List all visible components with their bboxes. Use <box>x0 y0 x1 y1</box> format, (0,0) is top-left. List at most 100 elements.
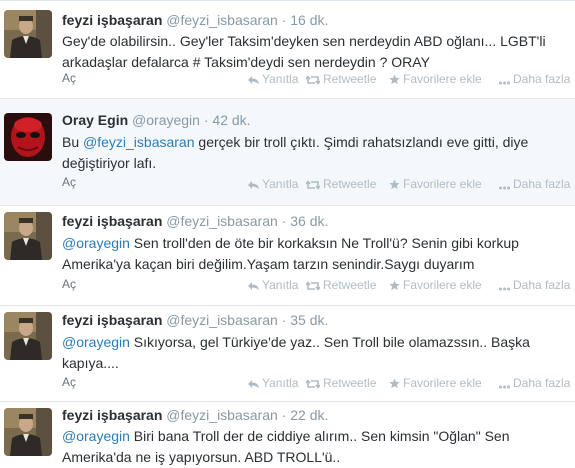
portrait-avatar[interactable] <box>4 408 52 456</box>
tweet[interactable]: feyzi işbaşaran @feyzi_isbasaran · 35 dk… <box>0 306 575 401</box>
retweet-button-label: Retweetle <box>323 278 377 292</box>
separator-dot: · <box>281 407 287 423</box>
tweet-header: feyzi işbaşaran @feyzi_isbasaran · 16 dk… <box>62 12 328 28</box>
separator-dot: · <box>281 213 287 229</box>
author-name[interactable]: Oray Egin <box>62 112 128 128</box>
mention-link[interactable]: @feyzi_isbasaran <box>83 134 195 150</box>
reply-icon <box>248 376 262 390</box>
retweet-button[interactable]: Retweetle <box>305 177 377 191</box>
reply-button-label: Yanıtla <box>262 177 299 191</box>
tweet-text: @orayegin Sen troll'den de öte bir korka… <box>62 233 557 275</box>
reply-button-label: Yanıtla <box>262 376 299 390</box>
favorite-button[interactable]: Favorilere ekle <box>389 177 482 191</box>
tweet-time[interactable]: 35 dk. <box>290 312 328 328</box>
expand-link[interactable]: Aç <box>62 277 76 291</box>
retweet-icon <box>305 177 323 191</box>
author-handle[interactable]: @feyzi_isbasaran <box>166 12 278 28</box>
portrait-avatar[interactable] <box>4 312 52 360</box>
more-button[interactable]: Daha fazla <box>499 72 570 86</box>
more-button-label: Daha fazla <box>513 376 571 390</box>
tweet-time[interactable]: 36 dk. <box>290 213 328 229</box>
tweet[interactable]: feyzi işbaşaran @feyzi_isbasaran · 36 dk… <box>0 206 575 305</box>
favorite-button-label: Favorilere ekle <box>403 376 482 390</box>
separator-dot: · <box>281 12 287 28</box>
more-icon <box>499 376 513 390</box>
more-icon <box>499 72 513 86</box>
tweet-text: @orayegin Biri bana Troll der de ciddiye… <box>62 426 557 468</box>
more-button[interactable]: Daha fazla <box>499 177 570 191</box>
mention-link[interactable]: @orayegin <box>62 334 130 350</box>
star-icon <box>389 72 403 86</box>
favorite-button-label: Favorilere ekle <box>403 177 482 191</box>
tweet[interactable]: feyzi işbaşaran @feyzi_isbasaran · 22 dk… <box>0 402 575 465</box>
reply-icon <box>248 278 262 292</box>
more-icon <box>499 278 513 292</box>
author-handle[interactable]: @feyzi_isbasaran <box>166 407 278 423</box>
tweet-header: Oray Egin @orayegin · 42 dk. <box>62 112 251 128</box>
more-icon <box>499 177 513 191</box>
reply-button[interactable]: Yanıtla <box>248 72 298 86</box>
favorite-button[interactable]: Favorilere ekle <box>389 278 482 292</box>
reply-icon <box>248 177 262 191</box>
retweet-button[interactable]: Retweetle <box>305 376 377 390</box>
tweet-text-segment: Biri bana Troll der de ciddiye alırım.. … <box>62 428 510 465</box>
tweet-time[interactable]: 22 dk. <box>290 407 328 423</box>
author-name[interactable]: feyzi işbaşaran <box>62 213 162 229</box>
favorite-button[interactable]: Favorilere ekle <box>389 72 482 86</box>
author-name[interactable]: feyzi işbaşaran <box>62 312 162 328</box>
author-name[interactable]: feyzi işbaşaran <box>62 407 162 423</box>
star-icon <box>389 376 403 390</box>
tweet-text: Gey'de olabilirsin.. Gey'ler Taksim'deyk… <box>62 31 557 73</box>
masked-avatar[interactable] <box>4 113 52 161</box>
tweet-text-segment: Sen troll'den de öte bir korkaksın Ne Tr… <box>62 235 519 272</box>
tweet[interactable]: feyzi işbaşaran @feyzi_isbasaran · 16 dk… <box>0 0 575 98</box>
reply-button[interactable]: Yanıtla <box>248 177 298 191</box>
retweet-button[interactable]: Retweetle <box>305 278 377 292</box>
more-button-label: Daha fazla <box>513 72 571 86</box>
tweet-time[interactable]: 42 dk. <box>212 112 250 128</box>
star-icon <box>389 177 403 191</box>
tweet-header: feyzi işbaşaran @feyzi_isbasaran · 22 dk… <box>62 407 328 423</box>
more-button[interactable]: Daha fazla <box>499 278 570 292</box>
mention-link[interactable]: @orayegin <box>62 235 130 251</box>
expand-link[interactable]: Aç <box>62 375 76 389</box>
tweet-text-segment: Bu <box>62 134 84 150</box>
favorite-button-label: Favorilere ekle <box>403 72 482 86</box>
author-handle[interactable]: @feyzi_isbasaran <box>166 213 278 229</box>
reply-icon <box>248 72 262 86</box>
retweet-icon <box>305 376 323 390</box>
tweet[interactable]: Oray Egin @orayegin · 42 dk. Bu @feyzi_i… <box>0 99 575 205</box>
tweet-text-segment: Gey'de olabilirsin.. Gey'ler Taksim'deyk… <box>62 33 546 70</box>
reply-button[interactable]: Yanıtla <box>248 376 298 390</box>
author-handle[interactable]: @feyzi_isbasaran <box>166 312 278 328</box>
retweet-button-label: Retweetle <box>323 72 377 86</box>
tweet-header: feyzi işbaşaran @feyzi_isbasaran · 35 dk… <box>62 312 328 328</box>
retweet-button-label: Retweetle <box>323 376 377 390</box>
tweet-time[interactable]: 16 dk. <box>290 12 328 28</box>
retweet-icon <box>305 72 323 86</box>
tweet-text-segment: Sıkıyorsa, gel Türkiye'de yaz.. Sen Trol… <box>62 334 530 371</box>
retweet-button-label: Retweetle <box>323 177 377 191</box>
separator-dot: · <box>203 112 209 128</box>
reply-button-label: Yanıtla <box>262 72 299 86</box>
favorite-button-label: Favorilere ekle <box>403 278 482 292</box>
reply-button-label: Yanıtla <box>262 278 299 292</box>
tweet-text: Bu @feyzi_isbasaran gerçek bir troll çık… <box>62 132 557 174</box>
more-button-label: Daha fazla <box>513 177 571 191</box>
more-button-label: Daha fazla <box>513 278 571 292</box>
expand-link[interactable]: Aç <box>62 175 76 189</box>
author-handle[interactable]: @orayegin <box>132 112 200 128</box>
star-icon <box>389 278 403 292</box>
expand-link[interactable]: Aç <box>62 71 76 85</box>
separator-dot: · <box>281 312 287 328</box>
more-button[interactable]: Daha fazla <box>499 376 570 390</box>
tweet-header: feyzi işbaşaran @feyzi_isbasaran · 36 dk… <box>62 213 328 229</box>
portrait-avatar[interactable] <box>4 10 52 58</box>
favorite-button[interactable]: Favorilere ekle <box>389 376 482 390</box>
reply-button[interactable]: Yanıtla <box>248 278 298 292</box>
author-name[interactable]: feyzi işbaşaran <box>62 12 162 28</box>
retweet-icon <box>305 278 323 292</box>
retweet-button[interactable]: Retweetle <box>305 72 377 86</box>
portrait-avatar[interactable] <box>4 212 52 260</box>
mention-link[interactable]: @orayegin <box>62 428 130 444</box>
